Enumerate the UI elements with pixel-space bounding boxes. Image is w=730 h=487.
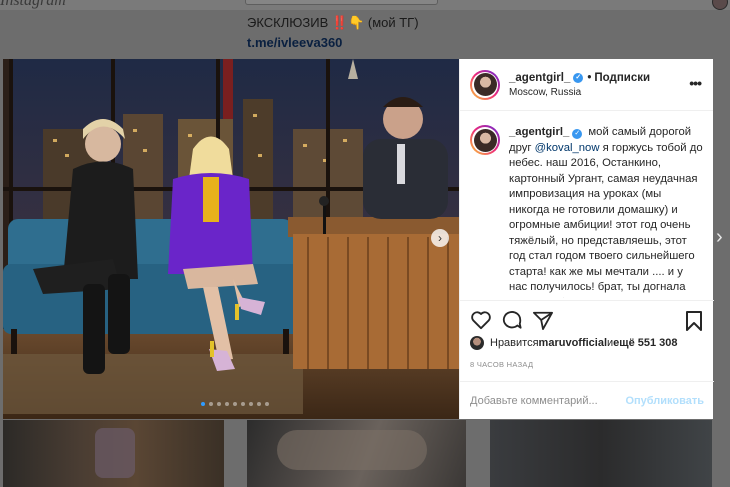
likes-count[interactable]: ещё 551 308 — [613, 337, 677, 349]
caption-scroll-area[interactable]: _agentgirl_ ✓ мой самый дорогой друг @kov… — [460, 112, 714, 298]
grid-tile-1[interactable] — [3, 420, 224, 487]
heart-icon[interactable] — [470, 310, 492, 330]
carousel-dot[interactable] — [257, 402, 261, 406]
post-modal: › _agentgirl_ ✓ • Подписки Moscow, Russi… — [3, 59, 714, 419]
post-location[interactable]: Moscow, Russia — [509, 87, 650, 98]
carousel-next-icon[interactable]: › — [431, 229, 449, 247]
grid-tile-2[interactable] — [247, 420, 466, 487]
post-caption: _agentgirl_ ✓ мой самый дорогой друг @kov… — [509, 125, 704, 298]
caption-author-avatar[interactable] — [470, 125, 500, 155]
caption-username[interactable]: _agentgirl_ — [509, 126, 569, 138]
comment-bar: Опубликовать — [460, 381, 714, 419]
author-username[interactable]: _agentgirl_ — [509, 72, 570, 84]
share-icon[interactable] — [532, 310, 554, 330]
instagram-logo: Instagram — [0, 0, 66, 9]
bookmark-icon[interactable] — [684, 310, 704, 332]
caption-verified-icon: ✓ — [572, 129, 583, 139]
carousel-dot[interactable] — [233, 402, 237, 406]
author-avatar[interactable] — [470, 69, 500, 100]
post-photo-illustration — [3, 59, 459, 419]
comment-input[interactable] — [470, 394, 626, 407]
more-icon[interactable]: ••• — [689, 75, 702, 91]
likes-summary: Нравится maruvofficial и ещё 551 308 — [470, 336, 678, 350]
carousel-dot[interactable] — [201, 402, 205, 406]
carousel-dot[interactable] — [241, 402, 245, 406]
liker-username[interactable]: maruvofficial — [539, 337, 607, 349]
caption-mention-link[interactable]: @koval_now — [535, 142, 600, 154]
carousel-dot[interactable] — [209, 402, 213, 406]
profile-bio-line: ЭКСКЛЮЗИВ ‼️👇 (мой ТГ) — [247, 15, 419, 30]
publish-button[interactable]: Опубликовать — [625, 395, 704, 407]
likes-prefix: Нравится — [490, 337, 539, 349]
carousel-dot[interactable] — [225, 402, 229, 406]
post-sidebar: _agentgirl_ ✓ • Подписки Moscow, Russia … — [459, 59, 714, 419]
post-actions-bar — [460, 300, 714, 340]
liker-avatar[interactable] — [470, 336, 484, 350]
post-header: _agentgirl_ ✓ • Подписки Moscow, Russia … — [460, 59, 713, 111]
caption-text-part2: я горжусь тобой до небес. наш 2016, Оста… — [509, 141, 703, 299]
post-timestamp[interactable]: 8 ЧАСОВ НАЗАД — [470, 360, 533, 369]
profile-bio-link[interactable]: t.me/ivleeva360 — [247, 35, 342, 50]
carousel-dots — [201, 402, 269, 406]
carousel-dot[interactable] — [265, 402, 269, 406]
carousel-dot[interactable] — [249, 402, 253, 406]
following-button[interactable]: Подписки — [594, 72, 650, 84]
comment-icon[interactable] — [501, 310, 523, 330]
background-search — [245, 0, 438, 5]
grid-tile-3[interactable] — [490, 420, 712, 487]
post-photo[interactable]: › — [3, 59, 459, 419]
carousel-dot[interactable] — [217, 402, 221, 406]
modal-next-post-icon[interactable]: › — [716, 226, 723, 249]
follow-separator: • — [587, 71, 592, 84]
verified-icon: ✓ — [573, 72, 584, 83]
